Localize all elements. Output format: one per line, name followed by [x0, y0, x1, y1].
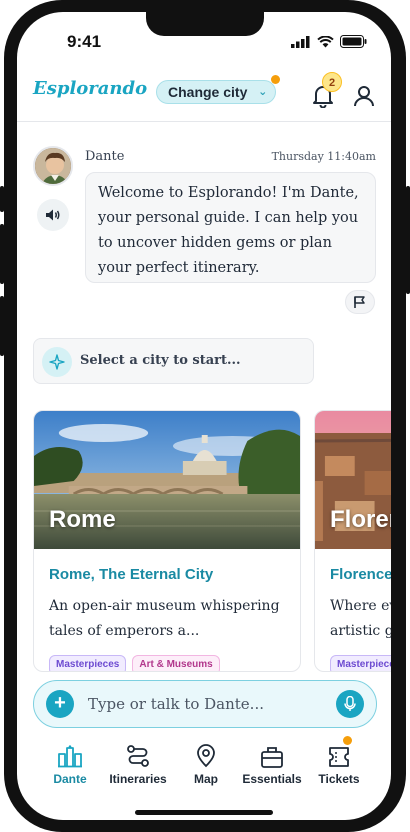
- tab-label: Essentials: [242, 772, 302, 786]
- notification-badge: 2: [322, 72, 342, 92]
- card-tags: Masterpieces Art & Museums: [49, 655, 220, 671]
- message-timestamp: Thursday 11:40am: [271, 150, 376, 163]
- battery-icon: [340, 35, 367, 48]
- signal-icon: [291, 35, 310, 48]
- change-city-indicator-dot: [271, 75, 281, 84]
- select-city-prompt[interactable]: Select a city to start...: [33, 338, 314, 384]
- speaker-button[interactable]: [37, 199, 69, 231]
- report-button[interactable]: [345, 290, 375, 314]
- dante-icon: [58, 745, 82, 768]
- power-button: [406, 186, 410, 294]
- card-description: Where every corner reveals artistic g: [330, 598, 391, 639]
- city-carousel[interactable]: Rome Rome, The Eternal City An open-air …: [33, 410, 391, 680]
- message-bubble: Welcome to Esplorando! I'm Dante, your p…: [85, 172, 376, 283]
- phone-mockup: 9:41 Esplorando Change city ⌄ 2 Dante Th…: [0, 0, 410, 832]
- tab-map[interactable]: Map: [169, 736, 243, 786]
- card-title[interactable]: Florence: [330, 566, 391, 583]
- avatar-portrait: [35, 148, 71, 184]
- card-tags: Masterpieces: [330, 655, 391, 671]
- route-icon: [127, 745, 149, 767]
- microphone-icon: [344, 696, 356, 711]
- tickets-indicator-dot: [343, 736, 352, 745]
- app-header: Esplorando Change city ⌄ 2: [17, 72, 391, 122]
- tab-tickets[interactable]: Tickets: [302, 736, 376, 786]
- app-screen: 9:41 Esplorando Change city ⌄ 2 Dante Th…: [17, 12, 391, 820]
- app-logo[interactable]: Esplorando: [33, 78, 147, 99]
- card-title[interactable]: Rome, The Eternal City: [49, 566, 213, 583]
- tab-essentials[interactable]: Essentials: [235, 736, 309, 786]
- volume-down-button: [0, 296, 4, 356]
- status-time: 9:41: [67, 32, 102, 51]
- city-card-rome[interactable]: Rome Rome, The Eternal City An open-air …: [33, 410, 301, 672]
- change-city-button[interactable]: Change city ⌄: [156, 75, 281, 104]
- map-pin-icon: [197, 744, 215, 768]
- suitcase-icon: [261, 747, 283, 768]
- tab-label: Map: [194, 772, 218, 786]
- notch: [146, 12, 264, 36]
- volume-up-button: [0, 224, 4, 284]
- tab-dante[interactable]: Dante: [33, 736, 107, 786]
- microphone-button[interactable]: [336, 690, 364, 718]
- card-description: An open-air museum whispering tales of e…: [49, 598, 280, 639]
- flag-icon: [354, 296, 365, 308]
- tab-itineraries[interactable]: Itineraries: [101, 736, 175, 786]
- home-indicator: [135, 810, 273, 815]
- card-city-name: Rome: [49, 506, 116, 533]
- change-city-label: Change city: [168, 84, 248, 100]
- tag-masterpieces: Masterpieces: [49, 655, 127, 671]
- tab-label: Tickets: [318, 772, 360, 786]
- user-icon[interactable]: [353, 84, 375, 108]
- plus-icon: +: [54, 692, 66, 714]
- status-icons: [291, 35, 367, 48]
- tag-masterpieces: Masterpieces: [330, 655, 391, 671]
- side-button: [0, 186, 4, 212]
- bottom-tab-bar: Dante Itineraries Map Essentials Tickets: [17, 736, 391, 796]
- tag-art-museums: Art & Museums: [132, 655, 220, 671]
- speaker-icon: [46, 209, 60, 221]
- message-composer: +: [33, 680, 377, 728]
- chevron-down-icon: ⌄: [258, 86, 268, 98]
- tab-label: Dante: [53, 772, 87, 786]
- ticket-icon: [329, 747, 349, 767]
- card-city-name: Florence: [330, 506, 391, 533]
- message-sender: Dante: [85, 149, 125, 164]
- wifi-icon: [317, 35, 334, 47]
- dante-avatar: [33, 146, 73, 186]
- sparkle-icon: [42, 347, 72, 377]
- message-input[interactable]: [88, 691, 318, 717]
- city-card-florence[interactable]: Florence Florence Where every corner rev…: [314, 410, 391, 672]
- tab-label: Itineraries: [109, 772, 167, 786]
- select-city-text: Select a city to start...: [80, 353, 241, 368]
- add-button[interactable]: +: [46, 690, 74, 718]
